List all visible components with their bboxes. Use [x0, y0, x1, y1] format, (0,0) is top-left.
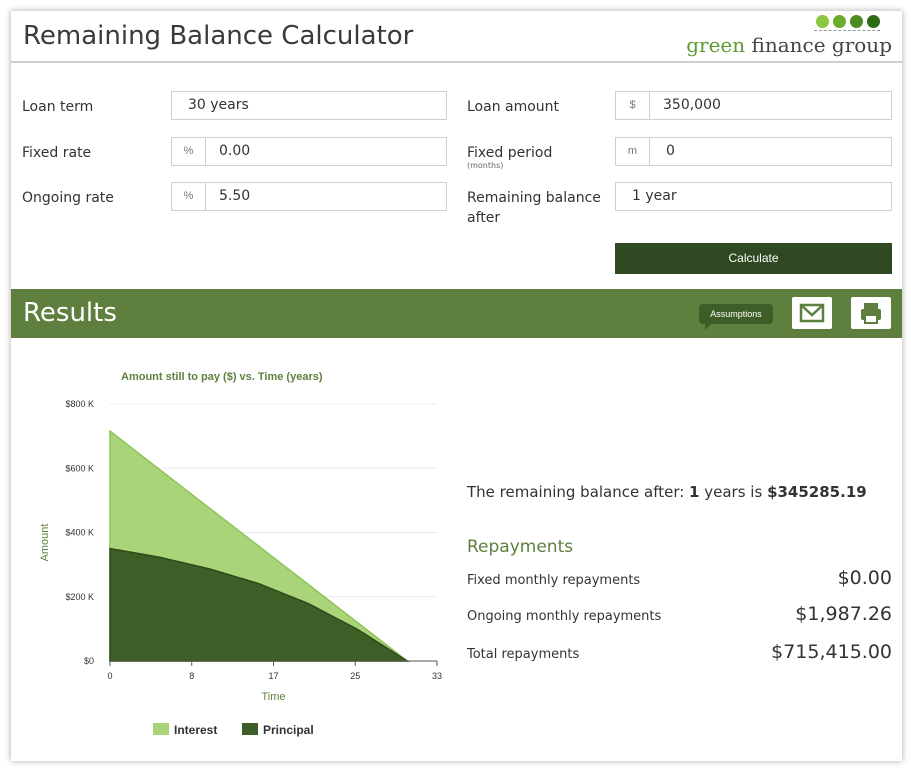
loan-amount-label: Loan amount	[467, 99, 560, 115]
fixed-period-sublabel: (months)	[467, 161, 504, 170]
logo: green finance group	[686, 15, 892, 59]
results-title: Results	[23, 298, 117, 328]
calculate-button[interactable]: Calculate	[615, 243, 892, 274]
fixed-period-value: 0	[666, 143, 675, 159]
loan-term-value: 30 years	[188, 97, 249, 113]
fixed-repayments-label: Fixed monthly repayments	[467, 573, 641, 588]
total-repayments-value: $715,415.00	[771, 641, 892, 663]
fixed-period-label: Fixed period	[467, 145, 553, 161]
ongoing-repayments-label: Ongoing monthly repayments	[467, 609, 662, 624]
email-icon	[799, 303, 825, 323]
logo-dot	[816, 15, 829, 28]
y-tick-label: $400 K	[65, 528, 94, 538]
print-icon	[861, 303, 881, 324]
summary-years: 1	[689, 483, 700, 501]
fixed-period-field[interactable]: m 0	[615, 137, 892, 166]
calculator-card: Remaining Balance Calculator green finan…	[11, 11, 902, 761]
legend-label-principal: Principal	[263, 723, 314, 737]
remaining-after-select[interactable]: 1 year	[615, 182, 892, 211]
x-tick-label: 25	[350, 671, 360, 681]
fixed-rate-field[interactable]: % 0.00	[171, 137, 447, 166]
fixed-rate-value: 0.00	[219, 143, 251, 159]
y-tick-label: $0	[84, 656, 94, 666]
fixed-repayments-value: $0.00	[837, 567, 892, 589]
y-tick-label: $800 K	[65, 399, 94, 409]
legend-principal: Principal	[242, 723, 314, 737]
chart-title: Amount still to pay ($) vs. Time (years)	[121, 371, 323, 383]
remaining-balance-summary: The remaining balance after: 1 years is …	[467, 483, 867, 501]
fixed-rate-label: Fixed rate	[22, 145, 92, 161]
loan-amount-value: 350,000	[663, 97, 721, 113]
legend-swatch-principal	[242, 723, 258, 735]
ongoing-rate-label: Ongoing rate	[22, 190, 114, 206]
percent-prefix: %	[172, 138, 206, 165]
legend-label-interest: Interest	[174, 723, 218, 737]
logo-dot	[850, 15, 863, 28]
balance-chart: $0 $200 K $400 K $600 K $800 K 0 8 17 25 33 Time Am…	[39, 399, 442, 703]
repayments-heading: Repayments	[467, 537, 574, 557]
logo-dot	[867, 15, 880, 28]
logo-text: green finance group	[686, 33, 892, 57]
y-axis-label: Amount	[39, 524, 51, 562]
assumptions-button[interactable]: Assumptions	[699, 304, 773, 330]
x-tick-label: 0	[107, 671, 112, 681]
dollar-prefix: $	[616, 92, 650, 119]
ongoing-rate-field[interactable]: % 5.50	[171, 182, 447, 211]
months-prefix: m	[616, 138, 650, 165]
email-button[interactable]	[792, 297, 832, 329]
total-repayments-label: Total repayments	[467, 647, 580, 662]
percent-prefix: %	[172, 183, 206, 210]
legend-swatch-interest	[153, 723, 169, 735]
logo-dot	[833, 15, 846, 28]
remaining-balance-label-after: after	[467, 210, 501, 226]
ongoing-repayments-value: $1,987.26	[795, 603, 892, 625]
results-bar: Results Assumptions	[11, 289, 902, 338]
x-axis-label: Time	[261, 691, 285, 703]
x-tick-label: 17	[268, 671, 278, 681]
x-tick-label: 8	[189, 671, 194, 681]
loan-term-label: Loan term	[22, 99, 94, 115]
y-tick-label: $200 K	[65, 592, 94, 602]
header: Remaining Balance Calculator green finan…	[11, 11, 902, 63]
loan-amount-field[interactable]: $ 350,000	[615, 91, 892, 120]
print-button[interactable]	[851, 297, 891, 329]
summary-amount: $345285.19	[767, 483, 867, 501]
page-title: Remaining Balance Calculator	[23, 21, 414, 51]
loan-term-select[interactable]: 30 years	[171, 91, 447, 120]
y-tick-label: $600 K	[65, 463, 94, 473]
remaining-balance-label: Remaining balance	[467, 190, 601, 206]
ongoing-rate-value: 5.50	[219, 188, 251, 204]
x-tick-label: 33	[432, 671, 442, 681]
remaining-after-value: 1 year	[632, 188, 677, 204]
legend-interest: Interest	[153, 723, 217, 737]
